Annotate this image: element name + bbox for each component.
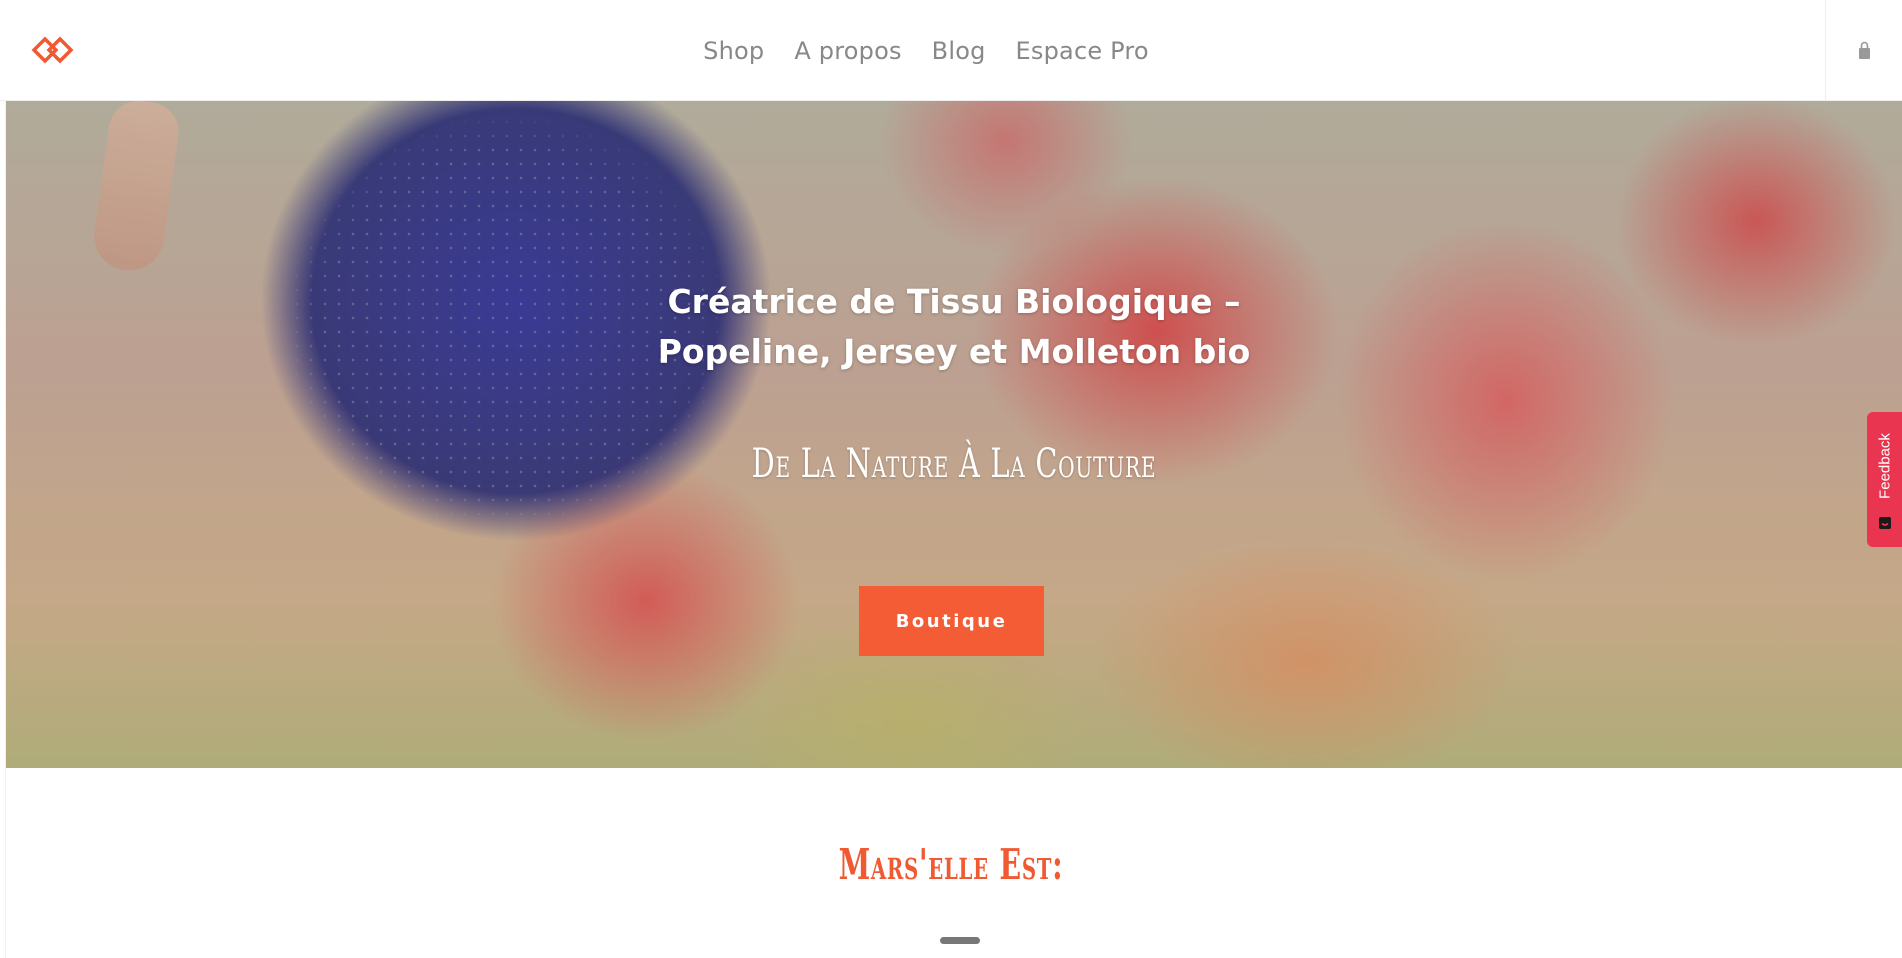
- hero-title-line-1: Créatrice de Tissu Biologique –: [667, 282, 1241, 321]
- feedback-label: Feedback: [1876, 433, 1893, 499]
- nav-item-blog[interactable]: Blog: [932, 37, 986, 65]
- nav-item-a-propos[interactable]: A propos: [794, 37, 901, 65]
- boutique-button[interactable]: Boutique: [859, 586, 1044, 656]
- feedback-tab[interactable]: Feedback: [1867, 412, 1902, 547]
- hero-tagline: De La Nature À La Couture: [751, 441, 1157, 487]
- main-nav: Shop A propos Blog Espace Pro: [0, 0, 1902, 101]
- shopping-bag-icon[interactable]: [1854, 40, 1874, 62]
- site-header: Shop A propos Blog Espace Pro: [0, 0, 1902, 101]
- hero-banner: Créatrice de Tissu Biologique – Popeline…: [6, 101, 1902, 768]
- scroll-indicator: [940, 937, 980, 944]
- nav-item-shop[interactable]: Shop: [703, 37, 764, 65]
- feedback-icon: [1878, 516, 1892, 530]
- hero-title-line-2: Popeline, Jersey et Molleton bio: [657, 332, 1251, 371]
- section-title: Mars'elle Est:: [838, 840, 1064, 889]
- hero-overlay: [6, 101, 1902, 768]
- page: Shop A propos Blog Espace Pro Créatrice …: [0, 0, 1902, 958]
- hero-title: Créatrice de Tissu Biologique – Popeline…: [6, 277, 1902, 377]
- nav-item-espace-pro[interactable]: Espace Pro: [1016, 37, 1149, 65]
- header-divider: [1825, 0, 1826, 101]
